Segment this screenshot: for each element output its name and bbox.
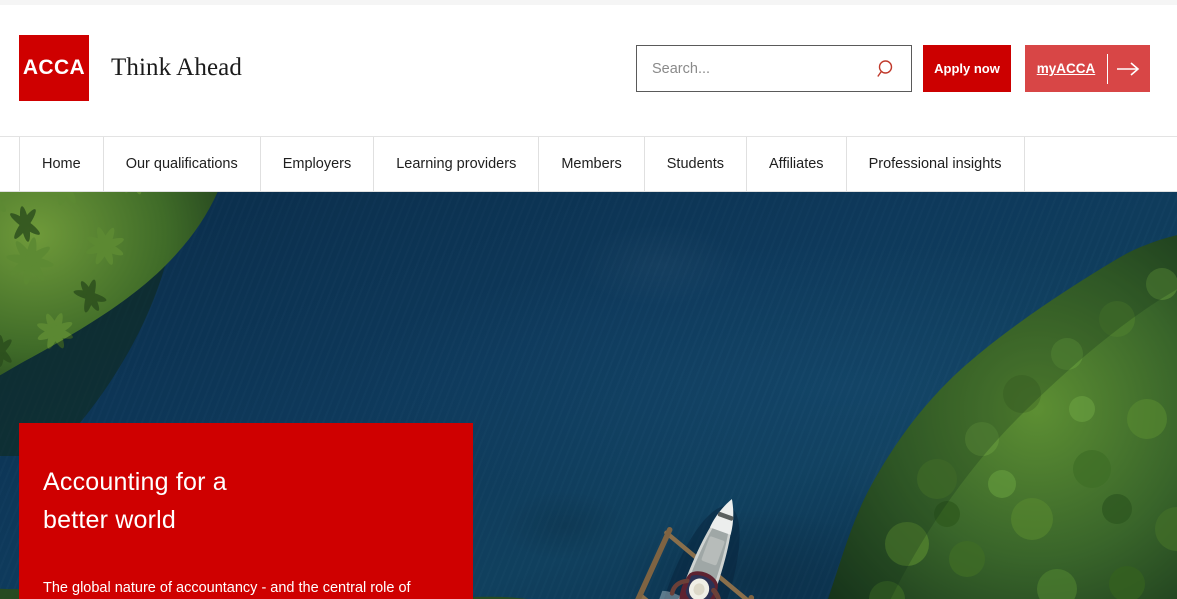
header-top-strip	[0, 0, 1177, 5]
search-box[interactable]	[636, 45, 912, 92]
site-header: ACCA Think Ahead Apply now myACCA	[0, 0, 1177, 137]
nav-item-students[interactable]: Students	[643, 137, 747, 191]
nav-item-professional-insights[interactable]: Professional insights	[845, 137, 1025, 191]
tree-canopy-left	[0, 192, 218, 456]
hero-body-text: The global nature of accountancy - and t…	[43, 580, 411, 596]
nav-item-affiliates[interactable]: Affiliates	[746, 137, 846, 191]
acca-logo[interactable]: ACCA	[19, 35, 89, 101]
nav-item-our-qualifications[interactable]: Our qualifications	[102, 137, 260, 191]
nav-item-home[interactable]: Home	[19, 137, 103, 191]
hero-title-line-2: better world	[43, 506, 177, 534]
hero-red-panel: Accounting for a better world The global…	[19, 423, 473, 599]
nav-left-spacer	[0, 137, 19, 191]
search-icon[interactable]	[877, 59, 897, 79]
arrow-right-icon	[1108, 61, 1150, 77]
hero-title-line-1: Accounting for a	[43, 468, 227, 496]
nav-item-members[interactable]: Members	[538, 137, 644, 191]
acca-logo-text: ACCA	[22, 56, 86, 79]
search-input[interactable]	[652, 60, 862, 77]
page-root: ACCA Think Ahead Apply now myACCA	[0, 0, 1177, 599]
apply-now-button[interactable]: Apply now	[923, 45, 1011, 92]
nav-item-employers[interactable]: Employers	[259, 137, 374, 191]
myacca-label: myACCA	[1036, 61, 1096, 76]
brand-tagline: Think Ahead	[111, 54, 242, 81]
brand-lockup[interactable]: ACCA Think Ahead	[19, 35, 242, 101]
hero-banner: Accounting for a better world The global…	[0, 192, 1177, 599]
hero-title: Accounting for a better world	[43, 463, 343, 539]
outrigger-canoe	[634, 499, 755, 599]
nav-item-learning-providers[interactable]: Learning providers	[373, 137, 539, 191]
myacca-button[interactable]: myACCA	[1025, 45, 1150, 92]
tree-canopy-right	[827, 235, 1177, 599]
main-navigation: Home Our qualifications Employers Learni…	[0, 137, 1177, 192]
